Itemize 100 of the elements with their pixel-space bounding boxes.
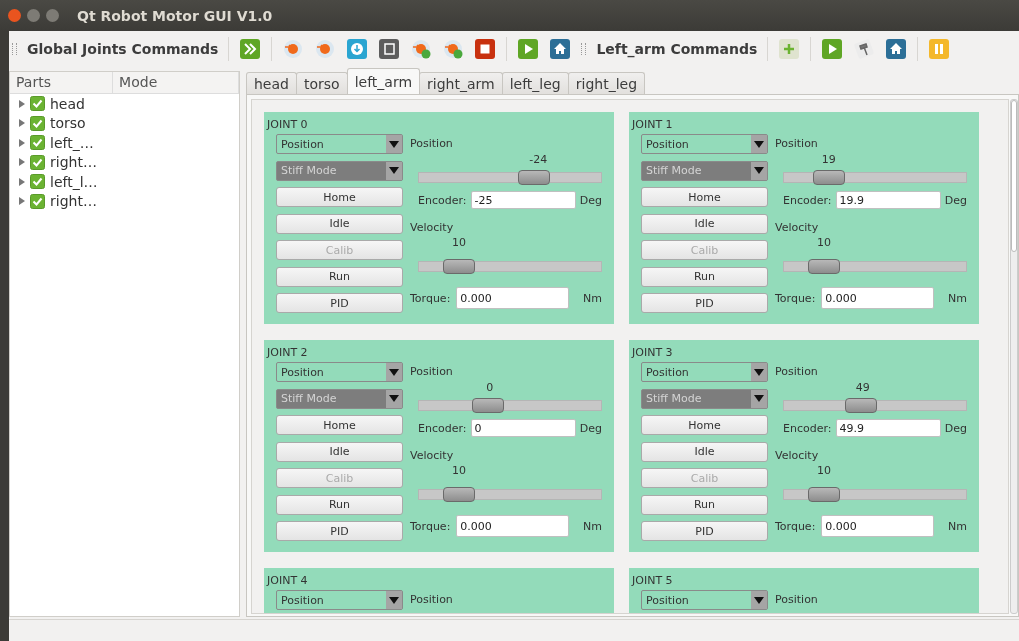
joint-button[interactable]: PID [641,521,768,541]
velocity-label: Velocity [410,221,454,234]
tree-item-label[interactable]: head [50,95,85,112]
expand-arrow-icon[interactable] [18,197,25,206]
expand-arrow-icon[interactable] [18,99,25,108]
mode-dropdown[interactable]: Position [641,590,768,610]
slider-handle[interactable] [443,258,476,274]
scrollbar-thumb[interactable] [1011,100,1017,252]
torque-field[interactable]: 0.000 [456,287,570,309]
tree-item-label[interactable]: right… [50,154,97,171]
mode-dropdown[interactable]: Position [276,362,403,382]
maximize-button[interactable] [46,9,59,22]
target-refresh-icon[interactable] [442,38,465,60]
home-icon[interactable] [549,38,572,60]
toolbar-title: Left_arm Commands [596,41,758,57]
joint-button[interactable]: Idle [276,213,403,234]
joint-button[interactable]: PID [276,293,403,313]
expand-arrow-icon[interactable] [18,158,25,167]
tab[interactable]: head [246,72,297,94]
slider-value: 49 [854,380,871,394]
slider-handle[interactable] [812,169,845,185]
expand-arrow-icon[interactable] [18,138,25,147]
expand-arrow-icon[interactable] [18,119,25,128]
stop-icon[interactable] [474,38,497,60]
joint-button[interactable]: Home [276,187,403,207]
joint-button[interactable]: PID [641,293,768,313]
column-header[interactable]: Parts [10,72,114,93]
slider-value: 10 [815,235,832,249]
joint-button[interactable]: Idle [276,441,403,462]
checkbox[interactable] [30,193,45,209]
target-icon[interactable] [282,38,305,60]
checkbox[interactable] [30,115,45,131]
caret-icon [754,596,764,604]
target-refresh-icon[interactable] [410,38,433,60]
tree-item-label[interactable]: torso [50,115,86,132]
encoder-field[interactable]: 0 [470,419,576,437]
velocity-label: Velocity [410,449,454,462]
caret-icon [389,395,399,402]
joint-button[interactable]: Run [641,266,768,287]
torque-label: Torque: [775,519,816,533]
mode-dropdown[interactable]: Position [276,134,403,154]
checkbox[interactable] [30,96,45,112]
joint-button[interactable]: Idle [641,213,768,234]
joint-button[interactable]: Run [276,266,403,287]
slider-handle[interactable] [472,397,505,413]
encoder-field[interactable]: -25 [470,191,576,209]
joint-button[interactable]: Home [276,415,403,435]
download-icon[interactable] [346,38,369,60]
joint-button[interactable]: Run [276,494,403,515]
slider-value: 10 [815,463,832,477]
home-icon[interactable] [885,38,908,60]
add-file-icon[interactable] [778,38,801,60]
tree-item-label[interactable]: left_… [50,134,94,151]
tab[interactable]: torso [295,72,348,94]
checkbox[interactable] [30,154,45,170]
tree-item-label[interactable]: right… [50,193,97,210]
play-icon[interactable] [821,38,844,60]
torque-field[interactable]: 0.000 [821,515,935,537]
encoder-field[interactable]: 49.9 [835,419,941,437]
joint-title: JOINT 3 [632,345,674,361]
slider-handle[interactable] [443,486,476,502]
tab[interactable]: right_arm [419,72,503,94]
joint-button[interactable]: Home [641,415,768,435]
copy-icon[interactable] [378,38,401,60]
torque-field[interactable]: 0.000 [821,287,935,309]
slider-handle[interactable] [808,486,841,502]
minimize-button[interactable] [27,9,40,22]
double-chevron-icon[interactable] [239,38,262,60]
column-header[interactable]: Mode [113,72,239,93]
encoder-label: Encoder: [418,421,467,435]
checkbox[interactable] [30,135,45,151]
joint-button[interactable]: Idle [641,441,768,462]
tree-item-label[interactable]: left_l… [50,173,98,190]
mode-dropdown[interactable]: Position [641,134,768,154]
caret-icon [389,368,399,376]
joint-button[interactable]: PID [276,521,403,541]
expand-arrow-icon[interactable] [18,177,25,186]
target-icon[interactable] [314,38,337,60]
encoder-label: Encoder: [783,193,832,207]
scrollbar[interactable] [1010,99,1018,614]
tab[interactable]: left_arm [346,68,421,94]
encoder-field[interactable]: 19.9 [835,191,941,209]
tab[interactable]: left_leg [501,72,569,94]
slider-handle[interactable] [808,258,841,274]
joint-button[interactable]: Home [641,187,768,207]
slider-handle[interactable] [844,397,877,413]
caret-icon [389,596,399,604]
tab[interactable]: right_leg [567,72,646,94]
checkbox[interactable] [30,174,45,190]
torque-label: Torque: [410,291,451,305]
play-icon[interactable] [517,38,540,60]
unit-label: Nm [948,519,967,533]
close-button[interactable] [8,9,21,22]
pause-icon[interactable] [928,38,951,60]
joint-button[interactable]: Run [641,494,768,515]
mode-dropdown[interactable]: Position [641,362,768,382]
torque-field[interactable]: 0.000 [456,515,570,537]
slider-handle[interactable] [517,169,550,185]
mode-dropdown[interactable]: Position [276,590,403,610]
velocity-label: Velocity [775,449,819,462]
